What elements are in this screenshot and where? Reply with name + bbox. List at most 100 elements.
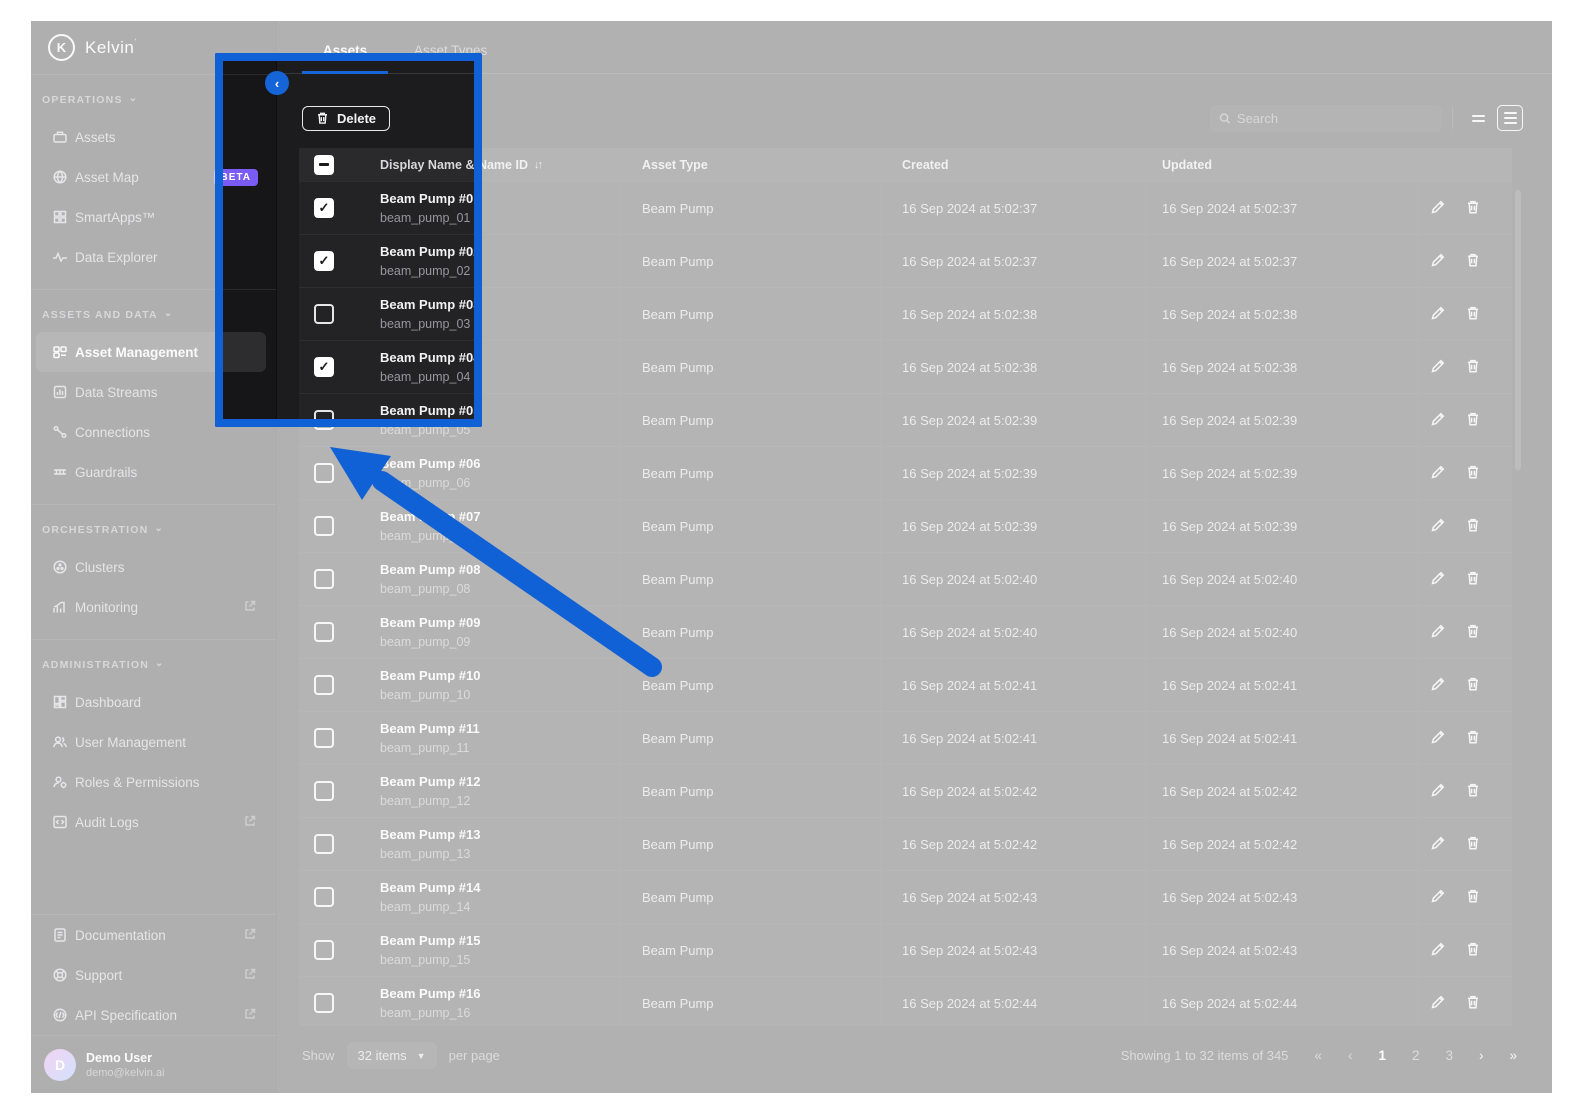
edit-pencil-icon[interactable] [1430,888,1446,907]
column-header-updated[interactable]: Updated [1145,148,1417,181]
edit-pencil-icon[interactable] [1430,464,1446,483]
delete-trash-icon[interactable] [1465,358,1481,377]
delete-trash-icon[interactable] [1465,941,1481,960]
sidebar-collapse-button[interactable]: ‹ [265,71,289,95]
asset-display-name[interactable]: Beam Pump #16 [380,986,620,1002]
sidebar-item-support[interactable]: Support [36,955,266,995]
edit-pencil-icon[interactable] [1430,623,1446,642]
delete-trash-icon[interactable] [1465,411,1481,430]
edit-pencil-icon[interactable] [1430,517,1446,536]
row-checkbox[interactable] [314,675,334,695]
edit-pencil-icon[interactable] [1430,252,1446,271]
row-checkbox[interactable]: ✓ [314,357,334,377]
asset-display-name[interactable]: Beam Pump #04 [380,350,620,366]
page-number-2[interactable]: 2 [1412,1048,1420,1063]
search-input[interactable] [1237,111,1433,126]
row-checkbox[interactable] [314,304,334,324]
delete-trash-icon[interactable] [1465,623,1481,642]
asset-display-name[interactable]: Beam Pump #06 [380,456,620,472]
asset-display-name[interactable]: Beam Pump #03 [380,297,620,313]
row-checkbox[interactable]: ✓ [314,198,334,218]
row-checkbox[interactable] [314,887,334,907]
asset-display-name[interactable]: Beam Pump #02 [380,244,620,260]
edit-pencil-icon[interactable] [1430,676,1446,695]
scrollbar-thumb[interactable] [1515,190,1521,470]
edit-pencil-icon[interactable] [1430,835,1446,854]
edit-pencil-icon[interactable] [1430,941,1446,960]
column-header-type[interactable]: Asset Type [620,148,880,181]
sidebar-item-monitoring[interactable]: Monitoring [36,587,266,627]
page-size-select[interactable]: 32 items ▼ [347,1042,437,1069]
row-checkbox[interactable] [314,410,334,430]
sidebar-item-dashboard[interactable]: Dashboard [36,682,266,722]
delete-trash-icon[interactable] [1465,994,1481,1013]
asset-display-name[interactable]: Beam Pump #01 [380,191,620,207]
asset-display-name[interactable]: Beam Pump #09 [380,615,620,631]
delete-trash-icon[interactable] [1465,199,1481,218]
edit-pencil-icon[interactable] [1430,411,1446,430]
section-header-administration[interactable]: ADMINISTRATION⌄ [31,654,276,676]
edit-pencil-icon[interactable] [1430,782,1446,801]
row-checkbox[interactable] [314,940,334,960]
delete-trash-icon[interactable] [1465,305,1481,324]
delete-trash-icon[interactable] [1465,888,1481,907]
sidebar-item-smartapps[interactable]: SmartApps™ [36,197,266,237]
sidebar-item-asset-map[interactable]: Asset MapBETA [36,157,266,197]
asset-display-name[interactable]: Beam Pump #05 [380,403,620,419]
edit-pencil-icon[interactable] [1430,994,1446,1013]
asset-display-name[interactable]: Beam Pump #07 [380,509,620,525]
row-checkbox[interactable] [314,622,334,642]
tab-asset-types[interactable]: Asset Types [404,43,497,73]
asset-display-name[interactable]: Beam Pump #13 [380,827,620,843]
sidebar-item-user-management[interactable]: User Management [36,722,266,762]
section-header-operations[interactable]: OPERATIONS⌄ [31,89,276,111]
section-header-assets-and-data[interactable]: ASSETS AND DATA⌄ [31,304,276,326]
next-page-button[interactable]: › [1479,1048,1484,1063]
edit-pencil-icon[interactable] [1430,305,1446,324]
sidebar-item-data-streams[interactable]: Data Streams [36,372,266,412]
asset-display-name[interactable]: Beam Pump #10 [380,668,620,684]
tab-assets[interactable]: Assets [302,43,388,73]
row-checkbox[interactable] [314,463,334,483]
user-profile[interactable]: D Demo User demo@kelvin.ai [31,1035,276,1093]
sidebar-item-clusters[interactable]: Clusters [36,547,266,587]
delete-trash-icon[interactable] [1465,252,1481,271]
column-header-name[interactable]: Display Name & Name ID [380,158,528,172]
edit-pencil-icon[interactable] [1430,358,1446,377]
section-header-orchestration[interactable]: ORCHESTRATION⌄ [31,519,276,541]
delete-trash-icon[interactable] [1465,729,1481,748]
sidebar-item-audit-logs[interactable]: Audit Logs [36,802,266,842]
select-all-checkbox[interactable] [314,155,334,175]
column-header-created[interactable]: Created [880,148,1145,181]
asset-display-name[interactable]: Beam Pump #14 [380,880,620,896]
asset-display-name[interactable]: Beam Pump #11 [380,721,620,737]
sidebar-item-guardrails[interactable]: Guardrails [36,452,266,492]
list-view-button[interactable] [1497,105,1523,131]
asset-display-name[interactable]: Beam Pump #08 [380,562,620,578]
delete-trash-icon[interactable] [1465,782,1481,801]
compact-view-button[interactable] [1465,105,1491,131]
sidebar-item-connections[interactable]: Connections [36,412,266,452]
row-checkbox[interactable] [314,516,334,536]
first-page-button[interactable]: « [1314,1048,1322,1063]
sidebar-item-roles-permissions[interactable]: Roles & Permissions [36,762,266,802]
delete-button[interactable]: Delete [302,106,390,131]
page-number-3[interactable]: 3 [1445,1048,1453,1063]
edit-pencil-icon[interactable] [1430,570,1446,589]
sidebar-item-documentation[interactable]: Documentation [36,915,266,955]
row-checkbox[interactable] [314,993,334,1013]
page-number-1[interactable]: 1 [1378,1048,1386,1063]
delete-trash-icon[interactable] [1465,676,1481,695]
row-checkbox[interactable] [314,834,334,854]
delete-trash-icon[interactable] [1465,570,1481,589]
last-page-button[interactable]: » [1509,1048,1517,1063]
delete-trash-icon[interactable] [1465,464,1481,483]
edit-pencil-icon[interactable] [1430,199,1446,218]
delete-trash-icon[interactable] [1465,517,1481,536]
sidebar-item-data-explorer[interactable]: Data Explorer [36,237,266,277]
sort-icon[interactable]: ↓↑ [534,159,541,171]
sidebar-item-asset-management[interactable]: Asset Management [36,332,266,372]
row-checkbox[interactable] [314,569,334,589]
delete-trash-icon[interactable] [1465,835,1481,854]
previous-page-button[interactable]: ‹ [1348,1048,1353,1063]
